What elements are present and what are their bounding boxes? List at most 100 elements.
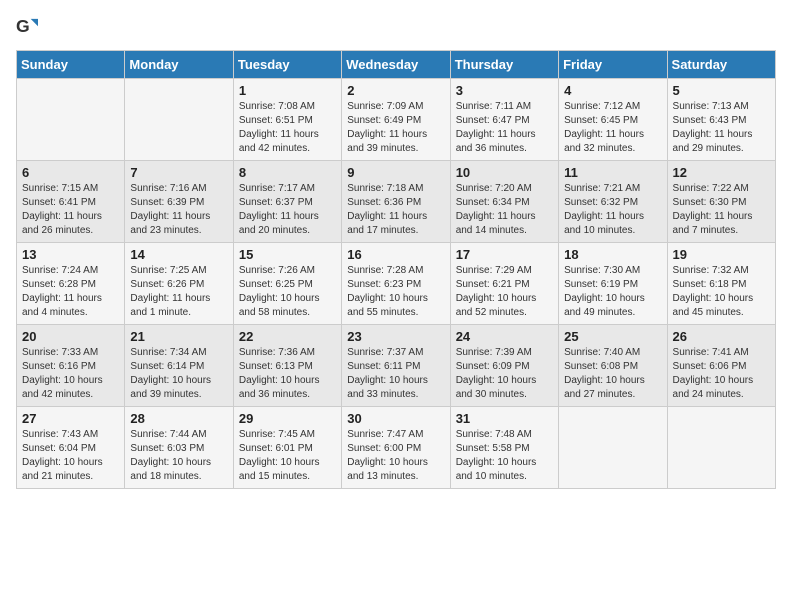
day-content: Sunrise: 7:40 AM Sunset: 6:08 PM Dayligh… [564,346,661,402]
day-content: Sunrise: 7:43 AM Sunset: 6:04 PM Dayligh… [22,428,119,484]
day-number: 18 [564,247,661,262]
day-number: 4 [564,83,661,98]
day-number: 27 [22,411,119,426]
calendar-cell: 29 Sunrise: 7:45 AM Sunset: 6:01 PM Dayli… [233,407,341,489]
day-number: 19 [673,247,770,262]
day-content: Sunrise: 7:08 AM Sunset: 6:51 PM Dayligh… [239,100,336,156]
day-content: Sunrise: 7:25 AM Sunset: 6:26 PM Dayligh… [130,264,227,320]
day-number: 26 [673,329,770,344]
day-number: 29 [239,411,336,426]
day-content: Sunrise: 7:36 AM Sunset: 6:13 PM Dayligh… [239,346,336,402]
page-header: G [16,16,776,38]
calendar-cell: 19 Sunrise: 7:32 AM Sunset: 6:18 PM Dayli… [667,243,775,325]
calendar-cell: 15 Sunrise: 7:26 AM Sunset: 6:25 PM Dayli… [233,243,341,325]
calendar-cell: 1 Sunrise: 7:08 AM Sunset: 6:51 PM Daylig… [233,79,341,161]
calendar-week-5: 27 Sunrise: 7:43 AM Sunset: 6:04 PM Dayli… [17,407,776,489]
day-number: 2 [347,83,444,98]
calendar-cell: 31 Sunrise: 7:48 AM Sunset: 5:58 PM Dayli… [450,407,558,489]
calendar-header-tuesday: Tuesday [233,51,341,79]
calendar-cell: 30 Sunrise: 7:47 AM Sunset: 6:00 PM Dayli… [342,407,450,489]
day-number: 13 [22,247,119,262]
calendar-cell: 12Sunrise: 7:22 AM Sunset: 6:30 PM Dayli… [667,161,775,243]
day-content: Sunrise: 7:20 AM Sunset: 6:34 PM Dayligh… [456,182,553,238]
calendar-cell: 18 Sunrise: 7:30 AM Sunset: 6:19 PM Dayli… [559,243,667,325]
day-content: Sunrise: 7:28 AM Sunset: 6:23 PM Dayligh… [347,264,444,320]
day-number: 10 [456,165,553,180]
day-number: 28 [130,411,227,426]
calendar-header-row: SundayMondayTuesdayWednesdayThursdayFrid… [17,51,776,79]
calendar-cell: 25 Sunrise: 7:40 AM Sunset: 6:08 PM Dayli… [559,325,667,407]
calendar-header-monday: Monday [125,51,233,79]
calendar-cell: 24Sunrise: 7:39 AM Sunset: 6:09 PM Dayli… [450,325,558,407]
day-content: Sunrise: 7:16 AM Sunset: 6:39 PM Dayligh… [130,182,227,238]
calendar-week-4: 20Sunrise: 7:33 AM Sunset: 6:16 PM Dayli… [17,325,776,407]
calendar-cell: 20Sunrise: 7:33 AM Sunset: 6:16 PM Dayli… [17,325,125,407]
calendar-cell: 17 Sunrise: 7:29 AM Sunset: 6:21 PM Dayli… [450,243,558,325]
calendar-cell: 9 Sunrise: 7:18 AM Sunset: 6:36 PM Daylig… [342,161,450,243]
day-number: 31 [456,411,553,426]
day-content: Sunrise: 7:44 AM Sunset: 6:03 PM Dayligh… [130,428,227,484]
calendar-cell: 2Sunrise: 7:09 AM Sunset: 6:49 PM Daylig… [342,79,450,161]
day-number: 16 [347,247,444,262]
day-number: 23 [347,329,444,344]
day-content: Sunrise: 7:47 AM Sunset: 6:00 PM Dayligh… [347,428,444,484]
calendar-week-2: 6 Sunrise: 7:15 AM Sunset: 6:41 PM Daylig… [17,161,776,243]
day-number: 9 [347,165,444,180]
calendar-body: 1 Sunrise: 7:08 AM Sunset: 6:51 PM Daylig… [17,79,776,489]
day-content: Sunrise: 7:11 AM Sunset: 6:47 PM Dayligh… [456,100,553,156]
calendar-cell: 23 Sunrise: 7:37 AM Sunset: 6:11 PM Dayli… [342,325,450,407]
day-content: Sunrise: 7:29 AM Sunset: 6:21 PM Dayligh… [456,264,553,320]
day-number: 24 [456,329,553,344]
day-number: 6 [22,165,119,180]
calendar-week-3: 13 Sunrise: 7:24 AM Sunset: 6:28 PM Dayli… [17,243,776,325]
calendar-header-sunday: Sunday [17,51,125,79]
day-content: Sunrise: 7:15 AM Sunset: 6:41 PM Dayligh… [22,182,119,238]
day-content: Sunrise: 7:34 AM Sunset: 6:14 PM Dayligh… [130,346,227,402]
day-number: 25 [564,329,661,344]
day-content: Sunrise: 7:13 AM Sunset: 6:43 PM Dayligh… [673,100,770,156]
day-number: 7 [130,165,227,180]
day-number: 30 [347,411,444,426]
calendar-cell: 11 Sunrise: 7:21 AM Sunset: 6:32 PM Dayli… [559,161,667,243]
day-content: Sunrise: 7:45 AM Sunset: 6:01 PM Dayligh… [239,428,336,484]
day-number: 12 [673,165,770,180]
calendar-cell: 28 Sunrise: 7:44 AM Sunset: 6:03 PM Dayli… [125,407,233,489]
day-content: Sunrise: 7:26 AM Sunset: 6:25 PM Dayligh… [239,264,336,320]
day-content: Sunrise: 7:48 AM Sunset: 5:58 PM Dayligh… [456,428,553,484]
day-number: 15 [239,247,336,262]
day-content: Sunrise: 7:18 AM Sunset: 6:36 PM Dayligh… [347,182,444,238]
day-content: Sunrise: 7:41 AM Sunset: 6:06 PM Dayligh… [673,346,770,402]
calendar-cell: 16 Sunrise: 7:28 AM Sunset: 6:23 PM Dayli… [342,243,450,325]
calendar-cell: 3 Sunrise: 7:11 AM Sunset: 6:47 PM Daylig… [450,79,558,161]
day-content: Sunrise: 7:17 AM Sunset: 6:37 PM Dayligh… [239,182,336,238]
day-number: 11 [564,165,661,180]
calendar-header-saturday: Saturday [667,51,775,79]
day-number: 3 [456,83,553,98]
day-number: 20 [22,329,119,344]
day-content: Sunrise: 7:30 AM Sunset: 6:19 PM Dayligh… [564,264,661,320]
calendar-cell: 26 Sunrise: 7:41 AM Sunset: 6:06 PM Dayli… [667,325,775,407]
calendar-cell [125,79,233,161]
calendar-cell [559,407,667,489]
calendar-cell: 8 Sunrise: 7:17 AM Sunset: 6:37 PM Daylig… [233,161,341,243]
calendar-cell: 14 Sunrise: 7:25 AM Sunset: 6:26 PM Dayli… [125,243,233,325]
day-number: 1 [239,83,336,98]
day-number: 8 [239,165,336,180]
calendar-header-friday: Friday [559,51,667,79]
day-content: Sunrise: 7:32 AM Sunset: 6:18 PM Dayligh… [673,264,770,320]
calendar-cell: 6 Sunrise: 7:15 AM Sunset: 6:41 PM Daylig… [17,161,125,243]
day-number: 14 [130,247,227,262]
calendar-cell: 22Sunrise: 7:36 AM Sunset: 6:13 PM Dayli… [233,325,341,407]
calendar-table: SundayMondayTuesdayWednesdayThursdayFrid… [16,50,776,489]
day-content: Sunrise: 7:24 AM Sunset: 6:28 PM Dayligh… [22,264,119,320]
calendar-week-1: 1 Sunrise: 7:08 AM Sunset: 6:51 PM Daylig… [17,79,776,161]
calendar-cell [667,407,775,489]
calendar-cell: 27 Sunrise: 7:43 AM Sunset: 6:04 PM Dayli… [17,407,125,489]
day-number: 17 [456,247,553,262]
day-content: Sunrise: 7:37 AM Sunset: 6:11 PM Dayligh… [347,346,444,402]
day-content: Sunrise: 7:21 AM Sunset: 6:32 PM Dayligh… [564,182,661,238]
calendar-header-wednesday: Wednesday [342,51,450,79]
calendar-cell: 7 Sunrise: 7:16 AM Sunset: 6:39 PM Daylig… [125,161,233,243]
calendar-cell: 5Sunrise: 7:13 AM Sunset: 6:43 PM Daylig… [667,79,775,161]
logo-icon: G [16,16,38,38]
